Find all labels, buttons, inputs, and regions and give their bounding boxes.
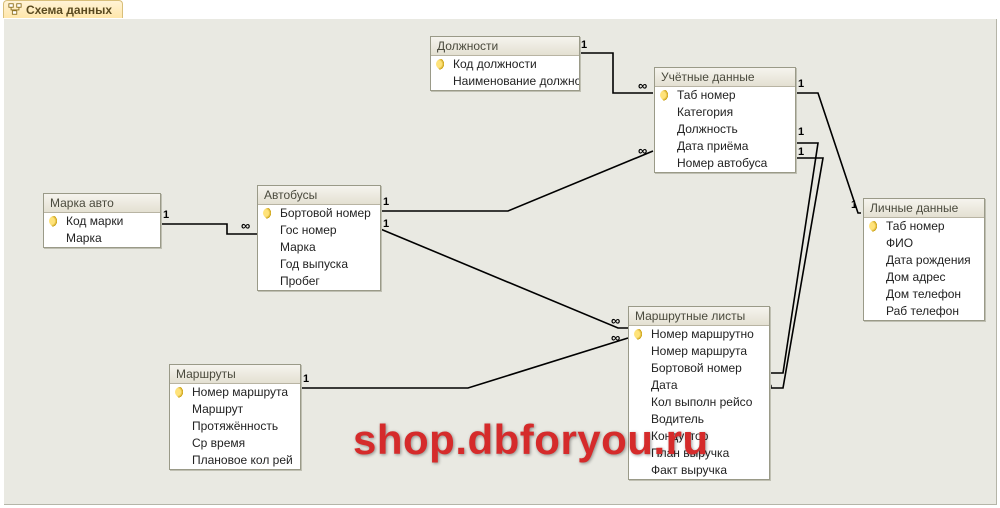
field[interactable]: Дом телефон [864, 286, 984, 303]
card-one: 1 [798, 78, 804, 90]
table-marshruty[interactable]: Маршруты Номер маршрута Маршрут Протяжён… [169, 364, 301, 470]
field[interactable]: Кол выполн рейсо [629, 394, 769, 411]
field[interactable]: Номер маршрута [170, 384, 300, 401]
table-lichnye[interactable]: Личные данные Таб номер ФИО Дата рождени… [863, 198, 985, 321]
field[interactable]: Марка [258, 239, 380, 256]
field[interactable]: Ср время [170, 435, 300, 452]
table-title: Должности [431, 37, 579, 56]
field[interactable]: Номер автобуса [655, 155, 795, 172]
field[interactable]: Дата рождения [864, 252, 984, 269]
field[interactable]: Факт выручка [629, 462, 769, 479]
table-dolzhnosti[interactable]: Должности Код должности Наименование дол… [430, 36, 580, 91]
field[interactable]: Маршрут [170, 401, 300, 418]
field[interactable]: Наименование должно [431, 73, 579, 90]
field[interactable]: Бортовой номер [629, 360, 769, 377]
field[interactable]: Код марки [44, 213, 160, 230]
card-one: 1 [798, 126, 804, 138]
card-one: 1 [581, 39, 587, 51]
field[interactable]: Кондуктор [629, 428, 769, 445]
field[interactable]: Плановое кол рей [170, 452, 300, 469]
field[interactable]: Дата [629, 377, 769, 394]
card-many: ∞ [638, 143, 647, 158]
card-one: 1 [798, 146, 804, 158]
field[interactable]: Протяжённость [170, 418, 300, 435]
field[interactable]: Код должности [431, 56, 579, 73]
field[interactable]: Марка [44, 230, 160, 247]
field[interactable]: Номер маршрутно [629, 326, 769, 343]
table-marka-avto[interactable]: Марка авто Код марки Марка [43, 193, 161, 248]
table-marshr-listy[interactable]: Маршрутные листы Номер маршрутно Номер м… [628, 306, 770, 480]
table-title: Марка авто [44, 194, 160, 213]
field[interactable]: Водитель [629, 411, 769, 428]
field[interactable]: Год выпуска [258, 256, 380, 273]
table-title: Личные данные [864, 199, 984, 218]
field[interactable]: Раб телефон [864, 303, 984, 320]
card-one: 1 [383, 218, 389, 230]
field[interactable]: Пробег [258, 273, 380, 290]
field[interactable]: Дата приёма [655, 138, 795, 155]
card-one: 1 [383, 196, 389, 208]
field[interactable]: Бортовой номер [258, 205, 380, 222]
card-many: ∞ [241, 218, 250, 233]
field[interactable]: План выручка [629, 445, 769, 462]
table-title: Автобусы [258, 186, 380, 205]
field[interactable]: Номер маршрута [629, 343, 769, 360]
table-avtobusy[interactable]: Автобусы Бортовой номер Гос номер Марка … [257, 185, 381, 291]
field[interactable]: Таб номер [864, 218, 984, 235]
tab-data-schema[interactable]: Схема данных [3, 0, 123, 19]
tab-title: Схема данных [26, 3, 112, 17]
diagram-canvas[interactable]: 1 ∞ 1 ∞ 1 ∞ 1 1 1 ∞ 1 ∞ 1 ∞ 1 ∞ Марка ав… [3, 18, 997, 505]
card-many: ∞ [638, 78, 647, 93]
schema-icon [8, 2, 22, 16]
table-title: Маршрутные листы [629, 307, 769, 326]
card-one: 1 [851, 199, 857, 211]
relationship-lines [3, 18, 997, 505]
field[interactable]: ФИО [864, 235, 984, 252]
card-one: 1 [163, 209, 169, 221]
table-uchet[interactable]: Учётные данные Таб номер Категория Должн… [654, 67, 796, 173]
card-many: ∞ [611, 330, 620, 345]
table-title: Учётные данные [655, 68, 795, 87]
field[interactable]: Категория [655, 104, 795, 121]
field[interactable]: Гос номер [258, 222, 380, 239]
field[interactable]: Должность [655, 121, 795, 138]
table-title: Маршруты [170, 365, 300, 384]
card-many: ∞ [611, 313, 620, 328]
field[interactable]: Таб номер [655, 87, 795, 104]
field[interactable]: Дом адрес [864, 269, 984, 286]
card-one: 1 [303, 373, 309, 385]
